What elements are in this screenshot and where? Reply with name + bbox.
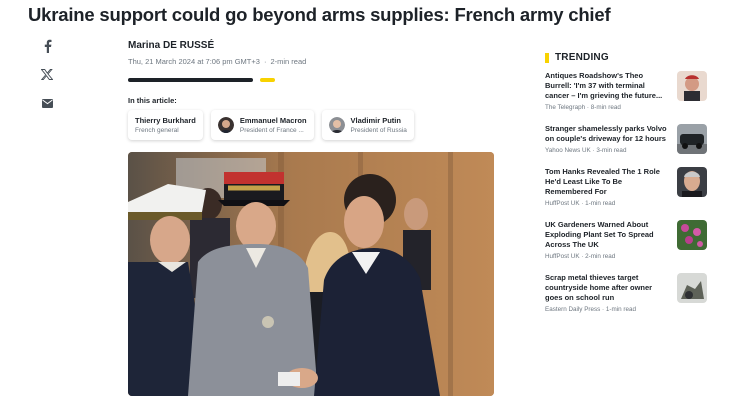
story-thumbnail[interactable]	[677, 124, 707, 154]
story-read-time: 8-min read	[590, 104, 621, 111]
story-title[interactable]: Stranger shamelessly parks Volvo on coup…	[545, 124, 667, 144]
story-read-time: 3-min read	[596, 147, 627, 154]
progress-track	[128, 78, 253, 82]
person-name: Emmanuel Macron	[239, 116, 307, 125]
story-source: HuffPost UK · 1-min read	[545, 200, 616, 207]
person-chip-macron[interactable]: Emmanuel Macron President of France ...	[210, 110, 314, 140]
person-role: President of France ...	[239, 127, 304, 134]
mail-icon[interactable]	[38, 95, 56, 111]
avatar	[217, 117, 234, 133]
read-time: 2-min read	[270, 57, 307, 66]
people-chips: Thierry Burkhard French general Emmanuel…	[128, 110, 414, 140]
story-source-name: The Telegraph	[545, 104, 586, 111]
trending-label: TRENDING	[555, 52, 609, 63]
person-role: French general	[135, 127, 179, 134]
story-source: Eastern Daily Press · 1-min read	[545, 306, 637, 313]
x-icon[interactable]	[38, 66, 56, 82]
story-source-name: HuffPost UK	[545, 253, 580, 260]
trending-story[interactable]: Scrap metal thieves target countryside h…	[545, 273, 707, 313]
in-article-label: In this article:	[128, 96, 177, 105]
article-photo	[128, 152, 494, 396]
person-name: Thierry Burkhard	[135, 116, 196, 125]
publish-date: Thu, 21 March 2024 at 7:06 pm GMT+3	[128, 57, 260, 66]
story-title[interactable]: Scrap metal thieves target countryside h…	[545, 273, 667, 303]
story-read-time: 2-min read	[585, 253, 616, 260]
progress-accent	[260, 78, 275, 82]
story-read-time: 1-min read	[585, 200, 616, 207]
trending-story[interactable]: Tom Hanks Revealed The 1 Role He'd Least…	[545, 167, 707, 207]
story-source: The Telegraph · 8-min read	[545, 104, 621, 111]
article-headline: Ukraine support could go beyond arms sup…	[28, 4, 611, 25]
trending-story[interactable]: UK Gardeners Warned About Exploding Plan…	[545, 220, 707, 260]
story-thumbnail[interactable]	[677, 273, 707, 303]
story-source: HuffPost UK · 2-min read	[545, 253, 616, 260]
story-title[interactable]: Tom Hanks Revealed The 1 Role He'd Least…	[545, 167, 667, 197]
trending-story[interactable]: Stranger shamelessly parks Volvo on coup…	[545, 124, 707, 154]
person-chip-putin[interactable]: Vladimir Putin President of Russia	[321, 110, 414, 140]
trending-header: TRENDING	[545, 52, 609, 63]
story-title[interactable]: Antiques Roadshow's Theo Burrell: 'I'm 3…	[545, 71, 667, 101]
story-thumbnail[interactable]	[677, 167, 707, 197]
story-read-time: 1-min read	[605, 306, 637, 313]
facebook-icon[interactable]	[38, 38, 56, 54]
trending-accent-bar	[545, 52, 549, 63]
story-source-name: Yahoo News UK	[545, 147, 591, 154]
person-name: Vladimir Putin	[350, 116, 401, 125]
meta-separator: ·	[263, 57, 267, 66]
story-title[interactable]: UK Gardeners Warned About Exploding Plan…	[545, 220, 667, 250]
author-name[interactable]: Marina DE RUSSÉ	[128, 40, 306, 51]
person-chip-burkhard[interactable]: Thierry Burkhard French general	[128, 110, 203, 140]
story-thumbnail[interactable]	[677, 71, 707, 101]
story-source: Yahoo News UK · 3-min read	[545, 147, 627, 154]
article-meta: Thu, 21 March 2024 at 7:06 pm GMT+3 · 2-mi…	[128, 57, 306, 66]
trending-story[interactable]: Antiques Roadshow's Theo Burrell: 'I'm 3…	[545, 71, 707, 111]
person-role: President of Russia	[350, 127, 407, 134]
story-source-name: Eastern Daily Press	[545, 306, 601, 313]
story-source-name: HuffPost UK	[545, 200, 580, 207]
avatar	[328, 117, 345, 133]
story-thumbnail[interactable]	[677, 220, 707, 250]
byline: Marina DE RUSSÉ Thu, 21 March 2024 at 7:…	[128, 40, 306, 66]
